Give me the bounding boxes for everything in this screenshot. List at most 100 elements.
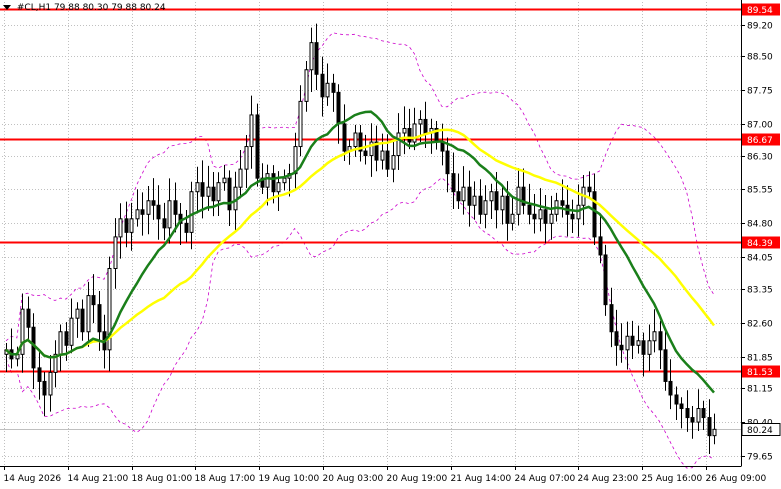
y-tick-label: 81.15 — [747, 385, 773, 395]
candle-body — [113, 236, 118, 270]
candle-body — [701, 408, 706, 419]
candle-body — [75, 308, 80, 319]
candle-body — [151, 200, 156, 206]
candle-body — [538, 209, 543, 220]
candle-body — [227, 177, 232, 211]
candle-body — [363, 150, 368, 157]
candle-body — [244, 146, 249, 170]
candle-body — [685, 408, 690, 419]
x-tick-label: 20 Aug 19:00 — [387, 474, 448, 484]
candle-body — [549, 213, 554, 224]
candle-body — [385, 150, 390, 170]
candle-body — [625, 335, 630, 351]
x-tick-label: 18 Aug 01:00 — [132, 474, 193, 484]
price-chart[interactable]: 89.20 88.50 87.75 87.00 86.30 85.55 84.80 84.05… — [0, 0, 781, 489]
candle-body — [668, 380, 673, 396]
candle-body — [592, 191, 597, 238]
y-tick-label: 86.30 — [747, 153, 773, 163]
candle-body — [380, 150, 385, 161]
candle-body — [451, 173, 456, 193]
candle-body — [505, 195, 510, 224]
candle-body — [418, 118, 423, 125]
candle-body — [674, 394, 679, 405]
candle-body — [26, 308, 31, 328]
candle-body — [331, 82, 336, 93]
slow-moving-average — [5, 128, 715, 359]
candle-body — [609, 304, 614, 333]
price-candles — [4, 23, 717, 454]
candle-body — [396, 132, 401, 157]
candle-body — [445, 150, 450, 175]
candle-body — [560, 200, 565, 206]
current-price-label: 80.24 — [747, 426, 773, 436]
candle-body — [211, 186, 216, 202]
candle-body — [86, 295, 91, 333]
candle-body — [712, 428, 717, 437]
candle-body — [58, 331, 63, 355]
candle-body — [478, 195, 483, 215]
candle-body — [216, 182, 221, 202]
candle-body — [69, 317, 74, 346]
candle-body — [570, 213, 575, 220]
candle-body — [467, 186, 472, 206]
chevron-down-icon[interactable] — [3, 5, 11, 10]
support-resistance-levels — [0, 8, 741, 430]
symbol-timeframe: #CL,H1 — [16, 3, 52, 13]
candle-body — [80, 308, 85, 333]
candle-body — [135, 209, 140, 220]
level-tag-label: 84.39 — [747, 239, 773, 249]
candle-body — [663, 349, 668, 382]
candle-body — [336, 91, 341, 125]
candle-body — [353, 132, 358, 148]
candle-body — [189, 191, 194, 233]
candle-body — [167, 200, 172, 229]
x-tick-label: 24 Aug 07:00 — [515, 474, 576, 484]
y-tick-label: 84.80 — [747, 220, 773, 230]
candle-body — [206, 186, 211, 197]
candle-body — [342, 123, 347, 152]
candle-body — [238, 168, 243, 188]
candle-body — [255, 114, 260, 179]
y-tick-label: 79.65 — [747, 453, 773, 463]
candle-body — [510, 213, 515, 224]
level-tag-label: 86.67 — [747, 136, 773, 146]
candle-body — [129, 218, 134, 233]
candle-body — [314, 42, 319, 75]
candle-body — [271, 173, 276, 193]
candle-body — [619, 344, 624, 351]
x-tick-label: 14 Aug 21:00 — [68, 474, 129, 484]
candle-body — [641, 340, 646, 355]
x-tick-label: 20 Aug 03:00 — [323, 474, 384, 484]
candle-body — [162, 218, 167, 229]
candle-body — [195, 182, 200, 193]
candle-body — [603, 254, 608, 306]
candle-body — [456, 191, 461, 202]
candle-body — [249, 114, 254, 148]
y-tick-label: 85.55 — [747, 186, 773, 196]
x-tick-label: 25 Aug 16:00 — [642, 474, 703, 484]
candle-body — [325, 82, 330, 98]
candle-body — [679, 403, 684, 410]
candle-body — [156, 204, 161, 220]
candle-body — [48, 371, 53, 396]
x-tick-label: 19 Aug 10:00 — [259, 474, 320, 484]
candle-body — [282, 177, 287, 184]
x-tick-label: 24 Aug 23:00 — [578, 474, 639, 484]
candle-body — [118, 218, 123, 238]
x-tick-label: 26 Aug 09:00 — [706, 474, 767, 484]
candle-body — [647, 340, 652, 355]
candle-body — [652, 331, 657, 342]
candle-body — [658, 331, 663, 351]
y-tick-label: 88.50 — [747, 53, 773, 63]
level-tag-label: 89.54 — [747, 6, 773, 16]
candle-body — [97, 304, 102, 333]
candle-body — [483, 200, 488, 215]
candle-body — [407, 127, 412, 143]
x-tick-label: 21 Aug 14:00 — [451, 474, 512, 484]
level-tag-label: 81.53 — [747, 368, 773, 378]
candle-body — [461, 186, 466, 202]
y-tick-label: 81.85 — [747, 354, 773, 364]
candle-body — [298, 100, 303, 148]
candle-body — [696, 408, 701, 423]
candle-body — [527, 204, 532, 215]
